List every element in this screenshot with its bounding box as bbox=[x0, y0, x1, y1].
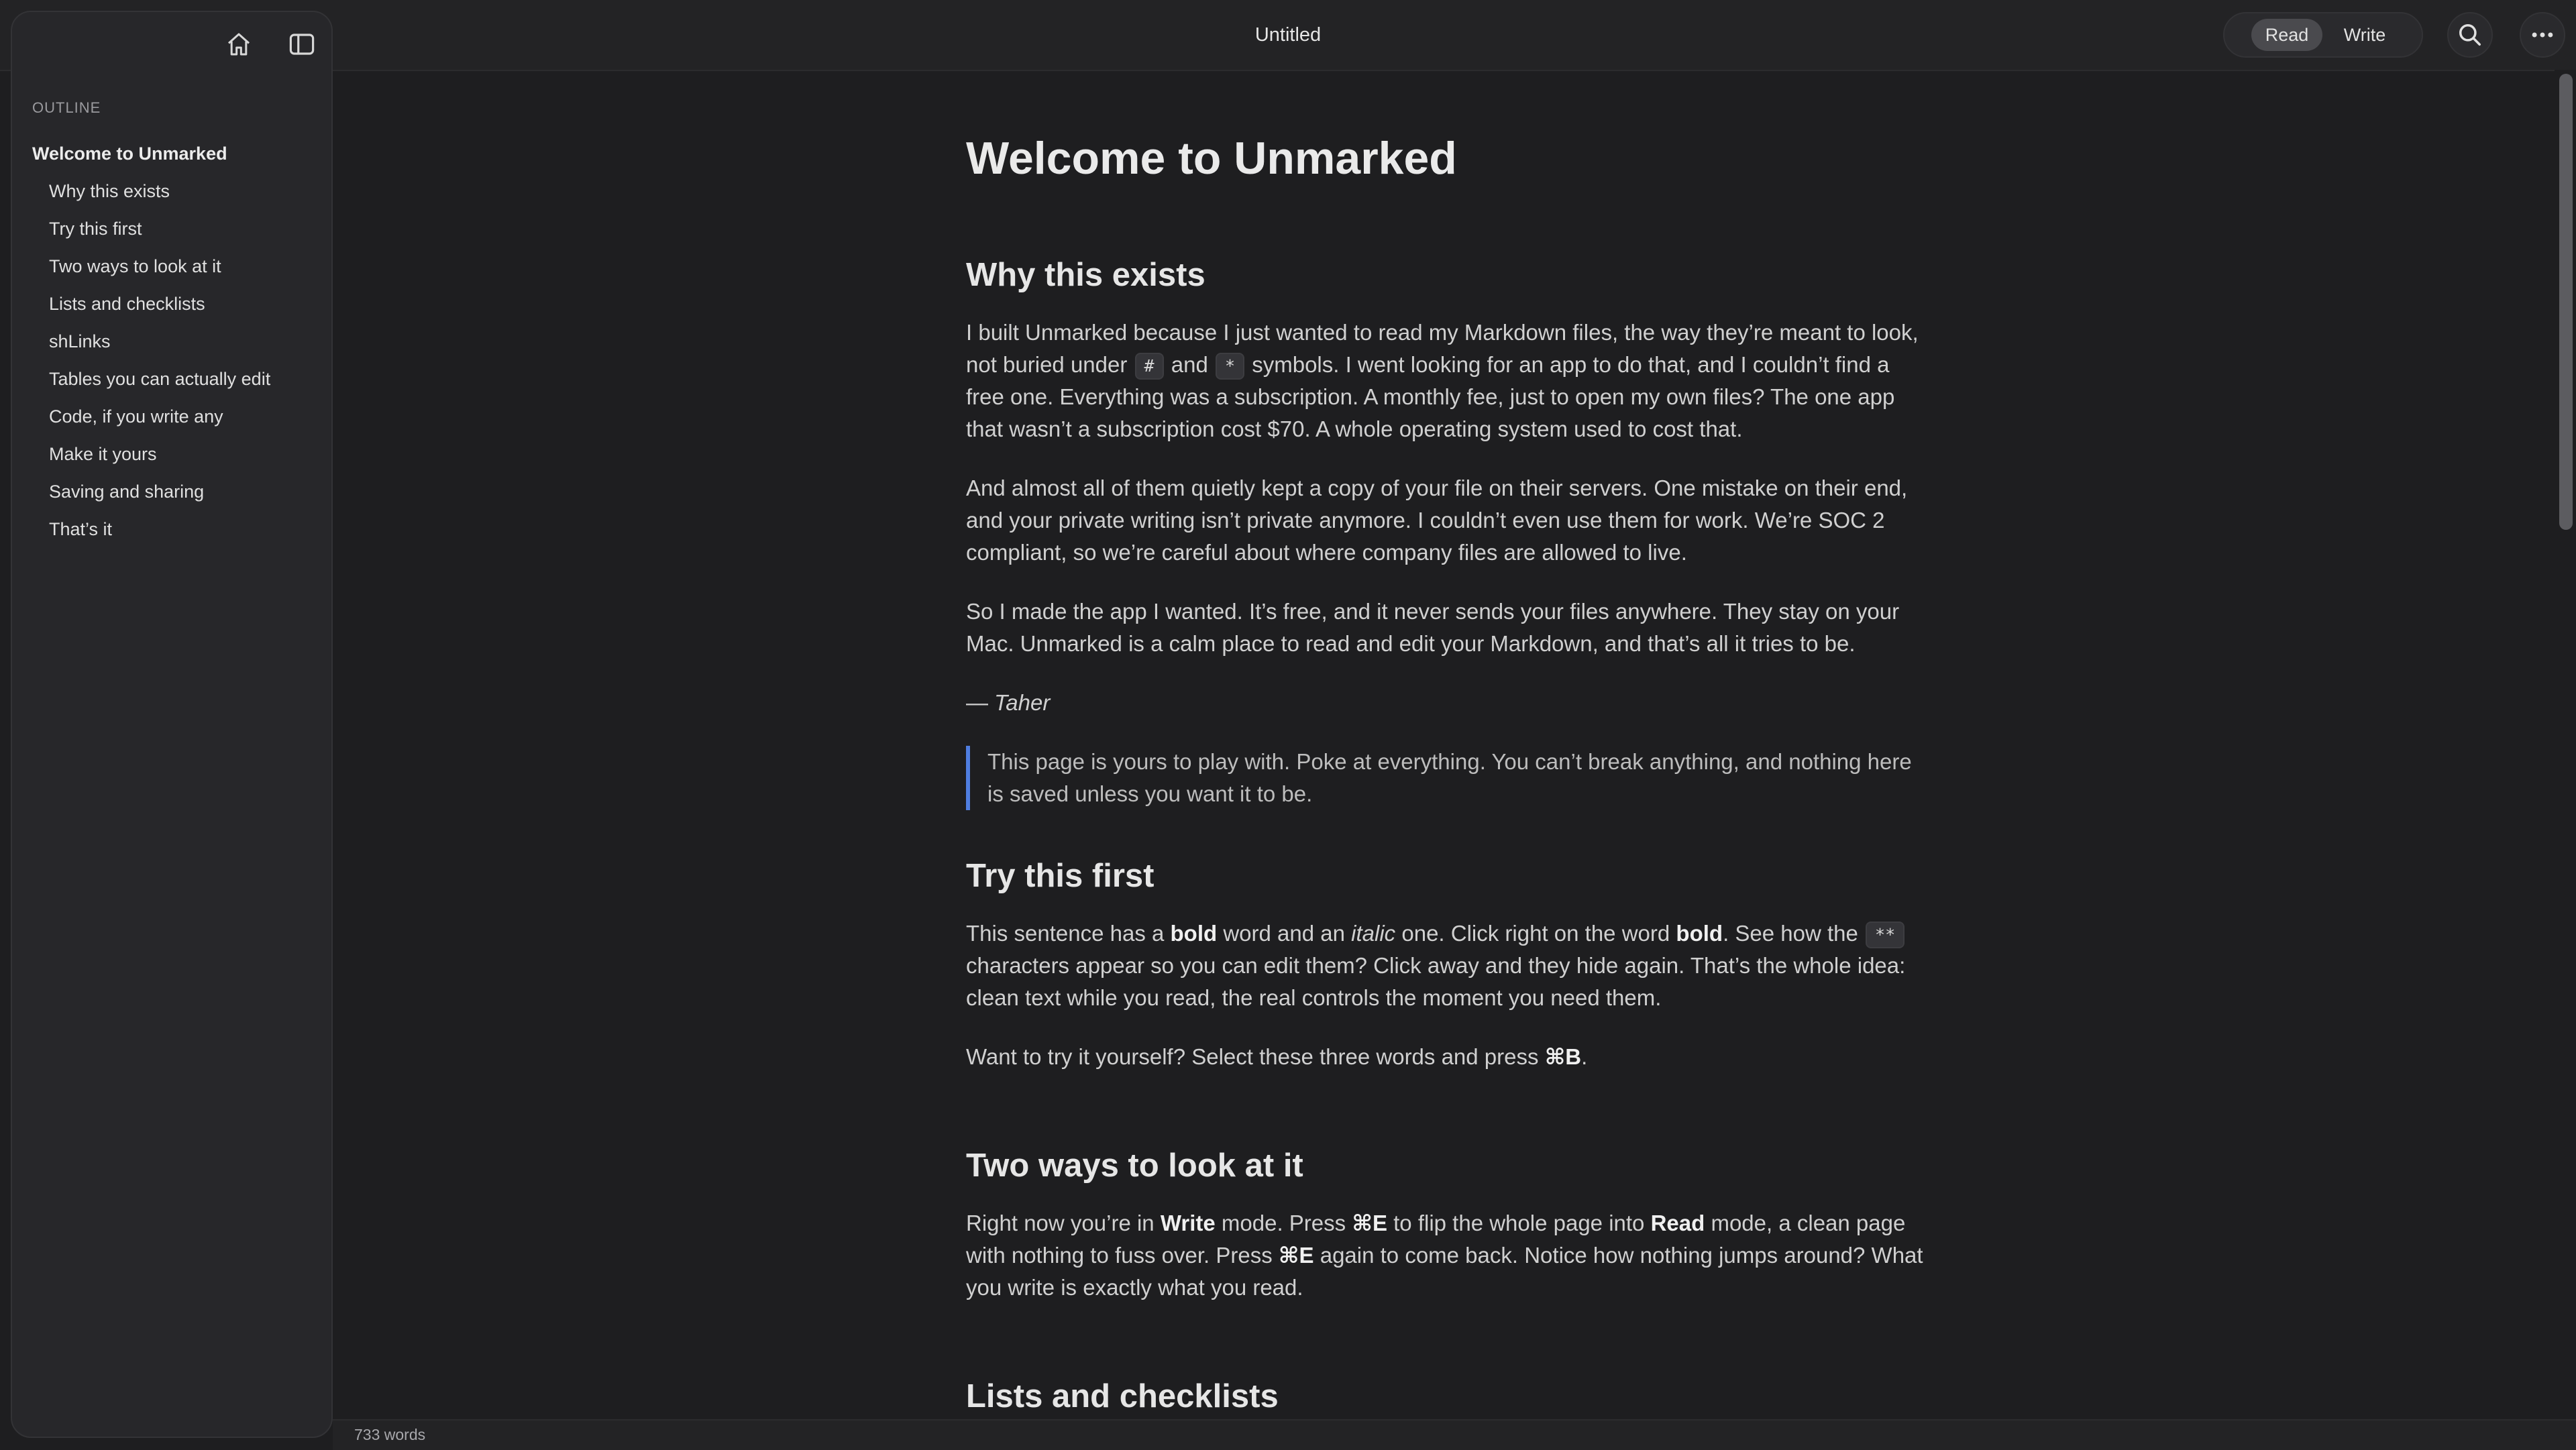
outline-item-tables[interactable]: Tables you can actually edit bbox=[49, 369, 270, 390]
paragraph-why-1: I built Unmarked because I just wanted t… bbox=[966, 320, 1919, 441]
outline-item-thats-it[interactable]: That’s it bbox=[49, 519, 112, 540]
outline-item-make-it-yours[interactable]: Make it yours bbox=[49, 444, 157, 465]
heading-lists: Lists and checklists bbox=[966, 1378, 1279, 1414]
heading-try-this-first: Try this first bbox=[966, 858, 1155, 894]
title-bar: Untitled Read Write bbox=[0, 0, 2576, 71]
more-icon bbox=[2532, 32, 2553, 38]
blockquote: This page is yours to play with. Poke at… bbox=[966, 746, 1925, 810]
search-icon bbox=[2459, 24, 2481, 46]
sidebar-toggle-button[interactable] bbox=[279, 21, 325, 67]
outline-item-welcome[interactable]: Welcome to Unmarked bbox=[32, 144, 227, 164]
paragraph-try-2: Want to try it yourself? Select these th… bbox=[966, 1044, 1588, 1069]
outline-item-try-this-first[interactable]: Try this first bbox=[49, 219, 142, 239]
document-title: Welcome to Unmarked bbox=[966, 133, 1457, 184]
inline-code: ** bbox=[1866, 922, 1905, 948]
outline-item-two-ways[interactable]: Two ways to look at it bbox=[49, 256, 221, 277]
home-button[interactable] bbox=[216, 21, 262, 67]
home-icon bbox=[228, 33, 250, 56]
word-count: 733 words bbox=[354, 1426, 426, 1443]
outline-item-saving[interactable]: Saving and sharing bbox=[49, 482, 204, 502]
outline-item-why-this-exists[interactable]: Why this exists bbox=[49, 181, 170, 202]
paragraph-why-3: So I made the app I wanted. It’s free, a… bbox=[966, 599, 1900, 656]
outline-item-code[interactable]: Code, if you write any bbox=[49, 406, 223, 427]
inline-code: * bbox=[1216, 353, 1245, 380]
search-button[interactable] bbox=[2447, 12, 2493, 58]
window-title: Untitled bbox=[1254, 24, 1322, 46]
outline-item-lists[interactable]: Lists and checklists bbox=[49, 294, 205, 315]
paragraph-try-1: This sentence has a bold word and an ita… bbox=[966, 921, 1906, 1010]
mode-switch[interactable]: Read Write bbox=[2223, 12, 2423, 58]
heading-two-ways: Two ways to look at it bbox=[966, 1148, 1303, 1184]
outline-heading: OUTLINE bbox=[32, 99, 101, 116]
scrollbar-thumb[interactable] bbox=[2559, 74, 2573, 530]
heading-why-this-exists: Why this exists bbox=[966, 257, 1205, 293]
signature: — Taher bbox=[966, 690, 1051, 715]
more-button[interactable] bbox=[2520, 12, 2565, 58]
paragraph-two-1: Right now you’re in Write mode. Press ⌘E… bbox=[966, 1211, 1923, 1300]
inline-code: # bbox=[1134, 353, 1164, 380]
write-mode-button[interactable]: Write bbox=[2336, 19, 2394, 51]
paragraph-why-2: And almost all of them quietly kept a co… bbox=[966, 476, 1908, 565]
sidebar-toggle-icon bbox=[289, 34, 315, 55]
read-mode-button[interactable]: Read bbox=[2251, 19, 2322, 51]
outline-item-shlinks[interactable]: shLinks bbox=[49, 331, 111, 352]
sidebar: OUTLINE Welcome to Unmarked Why this exi… bbox=[11, 11, 333, 1438]
status-bar: 733 words bbox=[333, 1419, 2576, 1450]
